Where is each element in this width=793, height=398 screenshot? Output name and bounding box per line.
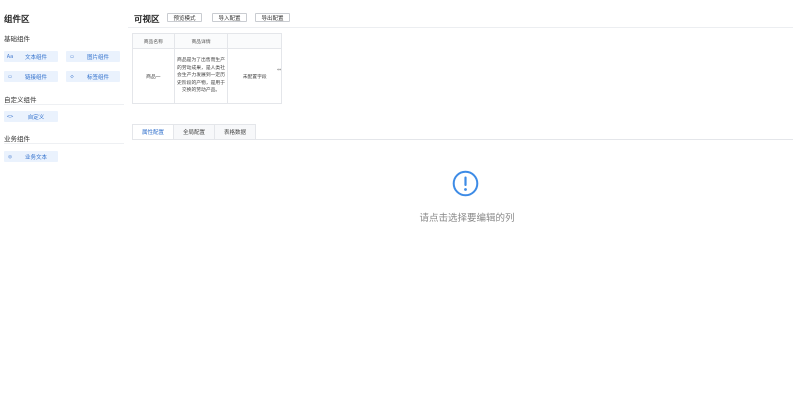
target-icon: ◎ — [8, 153, 12, 160]
table-header-cell[interactable]: 商品名称 — [132, 33, 175, 49]
component-text-button[interactable]: Aa 文本组件 — [4, 51, 58, 62]
drag-handle-icon[interactable]: ⇔ — [277, 67, 281, 73]
component-label: 自定义 — [27, 114, 45, 121]
canvas-title: 可视区 — [134, 15, 160, 25]
component-label: 标签组件 — [86, 74, 109, 81]
component-custom-button[interactable]: <> 自定义 — [4, 111, 58, 122]
import-config-button[interactable]: 导入配置 — [212, 13, 247, 22]
table-header-cell[interactable]: 商品详情 — [173, 33, 229, 49]
preview-table: 商品名称 商品详情 商品一 商品是为了出售而生产的劳动成果，是人类社会生产力发展… — [132, 33, 282, 104]
preview-mode-button[interactable]: 预览模式 — [167, 13, 202, 22]
component-image-button[interactable]: ▭ 图片组件 — [66, 51, 120, 62]
tab-divider — [132, 139, 793, 140]
code-icon: <> — [6, 113, 14, 120]
panel-title: 组件区 — [4, 15, 30, 25]
text-icon: Aa — [6, 53, 14, 60]
component-label: 图片组件 — [86, 54, 109, 61]
table-cell-detail[interactable]: 商品是为了出售而生产的劳动成果，是人类社会生产力发展到一定历史阶段的产物，是用于… — [173, 48, 229, 104]
export-config-button[interactable]: 导出配置 — [255, 13, 290, 22]
table-header-cell[interactable] — [227, 33, 282, 49]
component-link-button[interactable]: ▭ 链接组件 — [4, 71, 58, 82]
group-title-custom: 自定义组件 — [4, 96, 37, 104]
group-divider — [4, 143, 124, 144]
component-label: 业务文本 — [24, 154, 47, 161]
table-cell-name[interactable]: 商品一 — [132, 48, 175, 104]
header-divider — [128, 27, 793, 28]
table-cell-extra[interactable]: 未配置字段 — [227, 48, 282, 104]
tag-icon: ◇ — [70, 73, 74, 80]
group-title-business: 业务组件 — [4, 135, 30, 143]
group-title-basic: 基础组件 — [4, 35, 30, 43]
component-business-text-button[interactable]: ◎ 业务文本 — [4, 151, 58, 162]
image-icon: ▭ — [70, 53, 74, 60]
tab-global-config[interactable]: 全局配置 — [173, 124, 216, 140]
info-exclamation-icon — [452, 170, 479, 197]
link-icon: ▭ — [8, 73, 12, 80]
table-header-row: 商品名称 商品详情 — [132, 33, 282, 49]
component-label: 文本组件 — [24, 54, 47, 61]
config-tabs: 属性配置 全局配置 表格数据 — [132, 124, 257, 140]
tab-table-data[interactable]: 表格数据 — [214, 124, 257, 140]
tab-property-config[interactable]: 属性配置 — [132, 124, 175, 140]
component-panel: 组件区 基础组件 Aa 文本组件 ▭ 图片组件 ▭ 链接组件 ◇ 标签组件 自定… — [0, 0, 126, 398]
group-divider — [4, 104, 124, 105]
table-row: 商品一 商品是为了出售而生产的劳动成果，是人类社会生产力发展到一定历史阶段的产物… — [132, 48, 282, 104]
empty-state-message: 请点击选择要编辑的列 — [419, 213, 515, 224]
component-label: 链接组件 — [24, 74, 47, 81]
component-tag-button[interactable]: ◇ 标签组件 — [66, 71, 120, 82]
